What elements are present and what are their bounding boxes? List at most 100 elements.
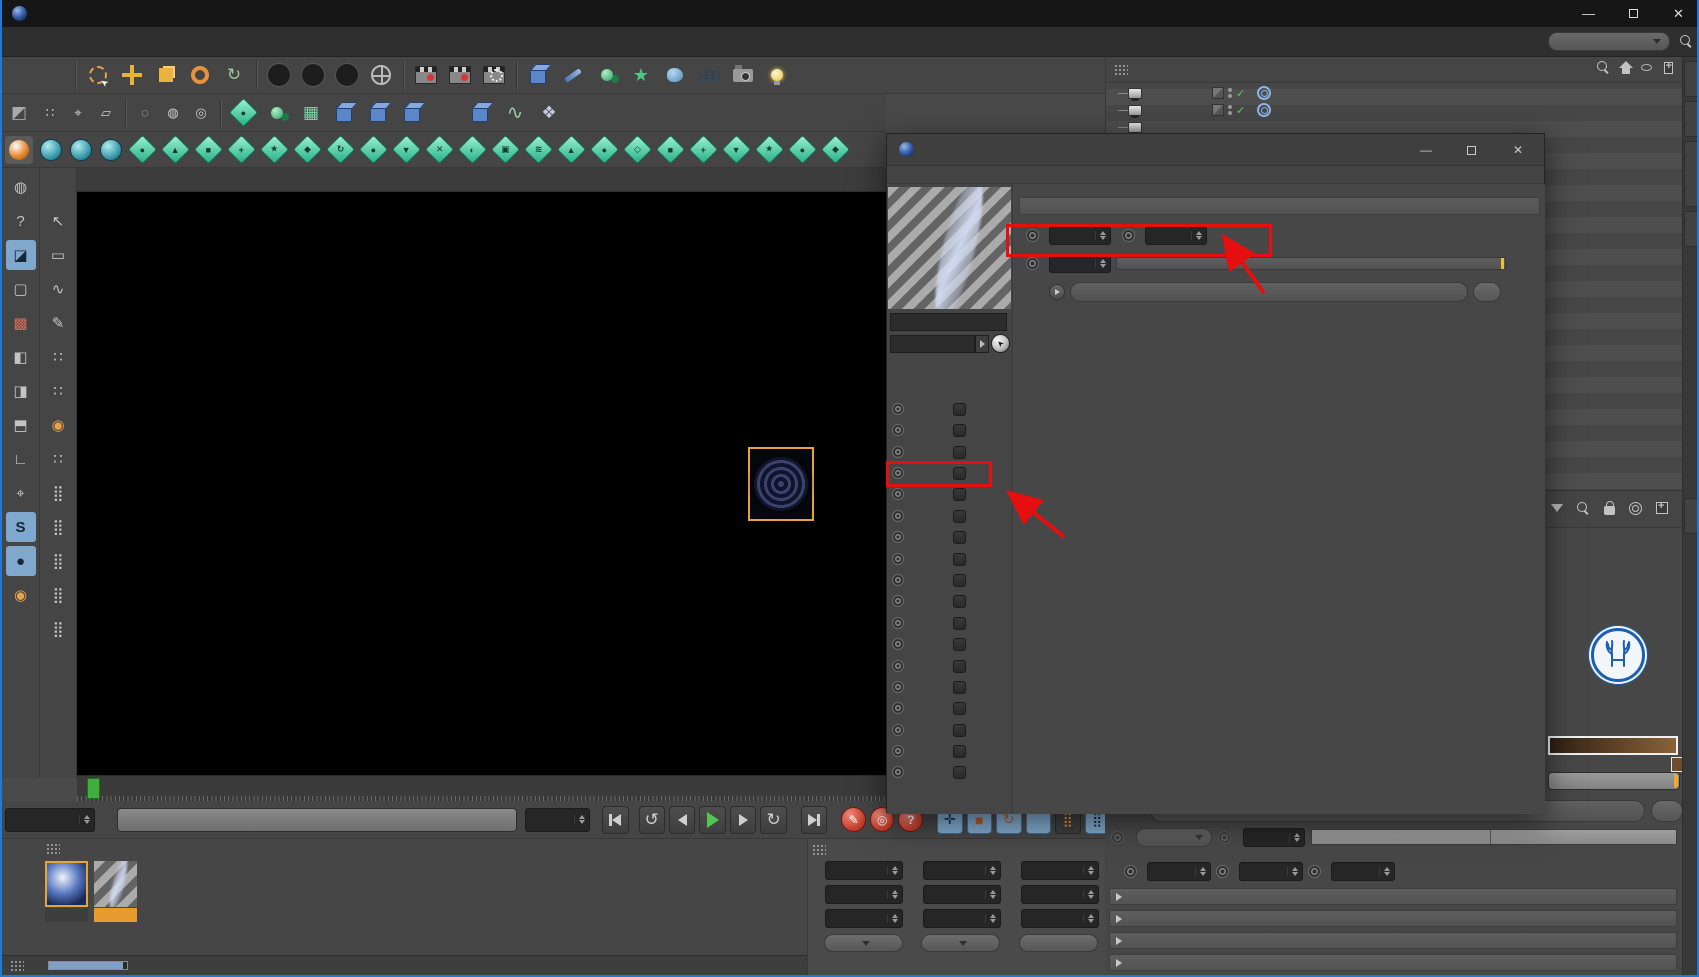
xp-icon-11[interactable]: ◐ bbox=[457, 134, 488, 165]
xp-icon-6[interactable]: ◆ bbox=[292, 134, 323, 165]
maximize-button[interactable] bbox=[1611, 0, 1656, 27]
render-view-icon[interactable] bbox=[410, 59, 442, 91]
dots-grid-2-icon[interactable]: ⣿ bbox=[43, 512, 73, 542]
channel-displace[interactable] bbox=[887, 656, 1013, 676]
axis-center-icon[interactable]: ⌖ bbox=[65, 100, 91, 126]
xp-icon-20[interactable]: ★ bbox=[754, 134, 785, 165]
texture-mode-icon[interactable]: ▩ bbox=[6, 308, 36, 338]
lock-z-axis-button[interactable] bbox=[331, 59, 363, 91]
light-icon[interactable] bbox=[761, 59, 793, 91]
live-selection-icon[interactable] bbox=[82, 59, 114, 91]
mini-grid-1-icon[interactable]: ∷ bbox=[43, 342, 73, 372]
tab-attributes[interactable] bbox=[1684, 498, 1697, 534]
channel-checkbox[interactable] bbox=[953, 765, 966, 779]
enabled-check-icon[interactable]: ✓ bbox=[1236, 104, 1245, 117]
coordinate-system-icon[interactable] bbox=[365, 59, 397, 91]
interface-dropdown[interactable] bbox=[1548, 32, 1670, 51]
xp-icon-14[interactable]: ▲ bbox=[556, 134, 587, 165]
last-tool-icon[interactable]: ↻ bbox=[218, 59, 250, 91]
fx-icon[interactable] bbox=[567, 97, 599, 129]
v-field[interactable] bbox=[1331, 861, 1395, 881]
channel-length[interactable] bbox=[887, 506, 1013, 526]
s-field[interactable] bbox=[1239, 861, 1303, 881]
tab-content-browser[interactable] bbox=[1684, 141, 1697, 207]
rotate-tool-icon[interactable] bbox=[184, 59, 216, 91]
channel-checkbox[interactable] bbox=[953, 487, 966, 501]
channel-checkbox[interactable] bbox=[953, 659, 966, 673]
snap-grid-icon[interactable]: ◍ bbox=[160, 100, 186, 126]
blend-slider[interactable] bbox=[1311, 829, 1677, 845]
channel-checkbox[interactable] bbox=[953, 701, 966, 715]
pos-z-field[interactable] bbox=[825, 909, 903, 928]
channel-checkbox[interactable] bbox=[953, 445, 966, 459]
xp-icon-17[interactable]: ■ bbox=[655, 134, 686, 165]
teal-tool-icon-3[interactable] bbox=[100, 138, 122, 161]
xp-icon-16[interactable]: ◇ bbox=[622, 134, 653, 165]
apply-button[interactable] bbox=[1019, 934, 1098, 952]
goto-start-button[interactable] bbox=[602, 805, 629, 834]
previous-frame-button[interactable] bbox=[668, 805, 696, 834]
section-hair-root[interactable] bbox=[1109, 888, 1677, 905]
channel-bend[interactable] bbox=[887, 677, 1013, 697]
help-icon[interactable]: ? bbox=[6, 206, 36, 236]
dialog-close-button[interactable]: ✕ bbox=[1507, 140, 1529, 160]
mograph-icon[interactable]: ★ bbox=[625, 59, 657, 91]
plane-mode-icon[interactable]: ▢ bbox=[6, 274, 36, 304]
variation-value-field[interactable] bbox=[1145, 226, 1207, 245]
h-field[interactable] bbox=[1147, 861, 1211, 881]
size-z-field[interactable] bbox=[923, 909, 1001, 928]
channel-checkbox[interactable] bbox=[953, 573, 966, 587]
attr-lock-icon[interactable] bbox=[1604, 501, 1615, 515]
xp-icon-21[interactable]: ● bbox=[787, 134, 818, 165]
texture-field[interactable] bbox=[1070, 282, 1468, 302]
channel-illumination[interactable] bbox=[887, 805, 1013, 825]
xp-icon-9[interactable]: ▼ bbox=[391, 134, 422, 165]
channel-checkbox[interactable] bbox=[953, 466, 966, 480]
xp-icon-15[interactable]: ● bbox=[589, 134, 620, 165]
channel-checkbox[interactable] bbox=[953, 744, 966, 758]
volume-icon[interactable] bbox=[659, 59, 691, 91]
mini-grid-3-icon[interactable]: ∷ bbox=[43, 444, 73, 474]
channel-checkbox[interactable] bbox=[953, 680, 966, 694]
green-spheres-icon[interactable] bbox=[261, 97, 293, 129]
dialog-maximize-button[interactable] bbox=[1460, 140, 1482, 160]
dots-grid-3-icon[interactable]: ⣿ bbox=[43, 546, 73, 576]
material-thumbnail-hair[interactable] bbox=[94, 861, 137, 922]
sphere-mode-icon[interactable]: ● bbox=[5, 546, 36, 576]
channel-checkbox[interactable] bbox=[953, 509, 966, 523]
redo-button[interactable] bbox=[37, 59, 69, 91]
size-x-field[interactable] bbox=[923, 861, 1001, 880]
material-preview[interactable] bbox=[888, 187, 1011, 309]
section-color[interactable] bbox=[1109, 932, 1677, 949]
array-icon[interactable]: ▦ bbox=[295, 97, 327, 129]
variation-radio-icon[interactable] bbox=[1122, 229, 1135, 242]
xp-icon-1[interactable]: ● bbox=[127, 134, 158, 165]
lasso-select-icon[interactable]: ∿ bbox=[43, 274, 73, 304]
length-radio-icon[interactable] bbox=[1026, 229, 1039, 242]
pen-icon[interactable]: ✎ bbox=[43, 308, 73, 338]
dialog-drag-strip[interactable] bbox=[887, 166, 1544, 184]
v-radio-icon[interactable] bbox=[1308, 864, 1321, 878]
timeline-playhead[interactable] bbox=[87, 778, 100, 799]
enabled-check-icon[interactable]: ✓ bbox=[1236, 87, 1245, 100]
lock-x-axis-button[interactable] bbox=[263, 59, 295, 91]
text-tool-icon[interactable] bbox=[431, 97, 463, 129]
object-relative-dropdown[interactable] bbox=[824, 934, 903, 952]
channel-search-arrow-button[interactable] bbox=[975, 335, 989, 353]
xp-icon-12[interactable]: ▣ bbox=[490, 134, 521, 165]
axis-mode-icon[interactable]: ∟ bbox=[6, 444, 36, 474]
rot-h-field[interactable] bbox=[1021, 861, 1099, 880]
dialog-minimize-button[interactable]: — bbox=[1415, 140, 1437, 160]
texture-browse-button[interactable] bbox=[1651, 800, 1683, 822]
value-slider[interactable] bbox=[1548, 772, 1680, 790]
goto-end-button[interactable] bbox=[800, 805, 828, 834]
channel-backlight-color[interactable] bbox=[887, 420, 1013, 440]
channel-checkbox[interactable] bbox=[953, 423, 966, 437]
s-radio-icon[interactable] bbox=[1216, 864, 1229, 878]
channel-checkbox[interactable] bbox=[953, 552, 966, 566]
channel-scale[interactable] bbox=[887, 527, 1013, 547]
lock-orange-icon[interactable]: ◉ bbox=[43, 410, 73, 440]
play-forward-button[interactable]: ↻ bbox=[760, 805, 787, 834]
dots-grid-5-icon[interactable]: ⣿ bbox=[43, 614, 73, 644]
target-tag-icon[interactable] bbox=[1257, 86, 1272, 100]
